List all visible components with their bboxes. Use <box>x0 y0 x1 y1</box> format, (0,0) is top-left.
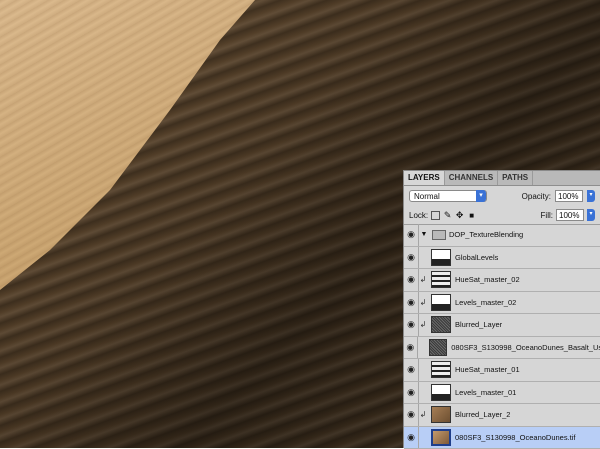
eye-icon[interactable]: ◉ <box>404 269 419 291</box>
disclosure-triangle-icon[interactable]: ▼ <box>419 231 429 238</box>
clipping-arrow-icon: ↲ <box>419 298 427 307</box>
panel-tabs: LAYERS CHANNELS PATHS <box>404 171 600 186</box>
layers-list: ◉ ▼ DOP_TextureBlending ◉ GlobalLevels ◉… <box>404 224 600 449</box>
levels-thumbnail <box>431 384 451 401</box>
eye-icon[interactable]: ◉ <box>404 292 419 314</box>
layer-name: 080SF3_S130998_OceanoDunes.tif <box>455 433 576 442</box>
lock-label: Lock: <box>409 211 428 220</box>
layer-name: Levels_master_01 <box>455 388 516 397</box>
eye-icon[interactable]: ◉ <box>404 359 419 381</box>
layer-row[interactable]: ◉ Levels_master_01 <box>404 382 600 405</box>
clipping-arrow-icon: ↲ <box>419 410 427 419</box>
chevron-down-icon: ▾ <box>476 190 486 202</box>
lock-transparency-icon[interactable] <box>431 211 440 220</box>
blend-row: Normal ▾ Opacity: 100% ▾ <box>404 186 600 206</box>
levels-thumbnail <box>431 249 451 266</box>
tab-paths[interactable]: PATHS <box>498 171 533 185</box>
layer-thumbnail <box>431 316 451 333</box>
eye-icon[interactable]: ◉ <box>404 382 419 404</box>
eye-icon[interactable]: ◉ <box>404 314 419 336</box>
opacity-dropdown-icon[interactable]: ▾ <box>587 190 595 202</box>
opacity-field[interactable]: 100% <box>555 190 583 202</box>
clipping-arrow-icon: ↲ <box>419 275 427 284</box>
folder-icon <box>432 230 446 240</box>
layer-name: HueSat_master_01 <box>455 365 520 374</box>
eye-icon[interactable]: ◉ <box>404 404 419 426</box>
layer-name: Blurred_Layer <box>455 320 502 329</box>
layer-name: 080SF3_S130998_OceanoDunes_Basalt_Use_..… <box>451 343 600 352</box>
hue-sat-thumbnail <box>431 361 451 378</box>
layers-panel: LAYERS CHANNELS PATHS Normal ▾ Opacity: … <box>403 170 600 448</box>
layer-row[interactable]: ◉ GlobalLevels <box>404 247 600 270</box>
eye-icon[interactable]: ◉ <box>404 224 419 246</box>
lock-row: Lock: ✎ ✥ ■ Fill: 100% ▾ <box>404 206 600 225</box>
clipping-arrow-icon: ↲ <box>419 320 427 329</box>
tab-channels[interactable]: CHANNELS <box>445 171 498 185</box>
layer-name: HueSat_master_02 <box>455 275 520 284</box>
layer-row[interactable]: ◉ ↲ Blurred_Layer <box>404 314 600 337</box>
layer-thumbnail <box>429 339 447 356</box>
layer-row[interactable]: ◉ HueSat_master_01 <box>404 359 600 382</box>
layer-name: GlobalLevels <box>455 253 498 262</box>
lock-all-icon[interactable]: ■ <box>467 211 476 220</box>
fill-dropdown-icon[interactable]: ▾ <box>587 209 595 221</box>
lock-position-icon[interactable]: ✥ <box>455 211 464 220</box>
eye-icon[interactable]: ◉ <box>404 247 419 269</box>
layer-row[interactable]: ◉ ↲ Levels_master_02 <box>404 292 600 315</box>
layer-name: DOP_TextureBlending <box>449 230 523 239</box>
eye-icon[interactable]: ◉ <box>404 337 418 359</box>
eye-icon[interactable]: ◉ <box>404 427 419 449</box>
layer-group-row[interactable]: ◉ ▼ DOP_TextureBlending <box>404 224 600 247</box>
layer-name: Levels_master_02 <box>455 298 516 307</box>
fill-label: Fill: <box>541 211 553 220</box>
fill-field[interactable]: 100% <box>556 209 584 221</box>
levels-thumbnail <box>431 294 451 311</box>
layer-thumbnail <box>431 429 451 446</box>
hue-sat-thumbnail <box>431 271 451 288</box>
layer-row-selected[interactable]: ◉ 080SF3_S130998_OceanoDunes.tif <box>404 427 600 449</box>
opacity-label: Opacity: <box>522 192 551 201</box>
blend-mode-value: Normal <box>414 192 440 201</box>
layer-row[interactable]: ◉ ↲ HueSat_master_02 <box>404 269 600 292</box>
tab-layers[interactable]: LAYERS <box>404 171 445 185</box>
layer-thumbnail <box>431 406 451 423</box>
blend-mode-select[interactable]: Normal ▾ <box>409 190 487 202</box>
layer-row[interactable]: ◉ ↲ Blurred_Layer_2 <box>404 404 600 427</box>
layer-row[interactable]: ◉ 080SF3_S130998_OceanoDunes_Basalt_Use_… <box>404 337 600 360</box>
layer-name: Blurred_Layer_2 <box>455 410 510 419</box>
lock-pixels-icon[interactable]: ✎ <box>443 211 452 220</box>
